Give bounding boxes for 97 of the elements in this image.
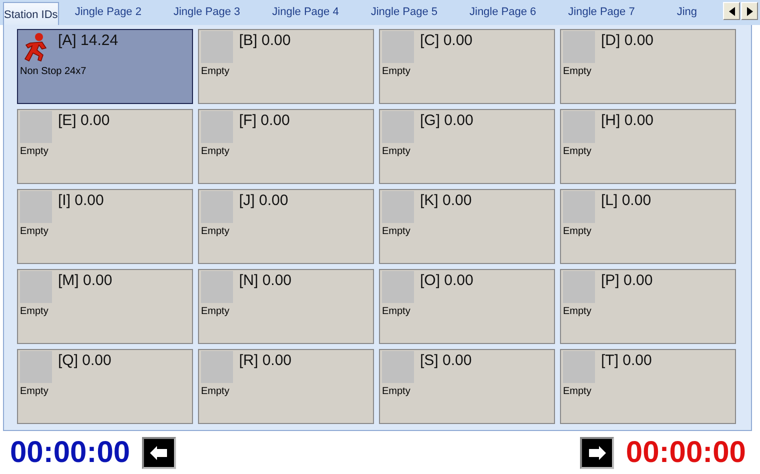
empty-thumbnail — [563, 31, 595, 63]
empty-thumbnail — [201, 111, 233, 143]
jingle-button[interactable]: [D] 0.00 Empty — [560, 29, 736, 104]
tab[interactable]: Jingle Page 3 — [157, 2, 256, 22]
empty-thumbnail — [563, 351, 595, 383]
jingle-button[interactable]: [K] 0.00 Empty — [379, 189, 555, 264]
cell-caption: Empty — [563, 146, 592, 157]
jingle-button[interactable]: [G] 0.00 Empty — [379, 109, 555, 184]
empty-thumbnail — [201, 351, 233, 383]
cell-caption: Empty — [382, 66, 412, 77]
jingle-button[interactable]: [N] 0.00 Empty — [198, 269, 374, 344]
cell-title: [J] 0.00 — [239, 191, 288, 211]
cell-title: [F] 0.00 — [239, 111, 290, 131]
tab[interactable]: Jingle Page 5 — [354, 2, 454, 22]
cell-caption: Empty — [382, 386, 412, 397]
jingle-button[interactable]: [B] 0.00 Empty — [198, 29, 374, 104]
cell-title: [E] 0.00 — [58, 111, 110, 131]
left-arrow-icon — [150, 446, 168, 460]
cell-caption: Empty — [563, 66, 592, 77]
right-arrow-icon — [746, 6, 752, 16]
jingle-button[interactable]: [C] 0.00 Empty — [379, 29, 555, 104]
cell-title: [I] 0.00 — [58, 191, 104, 211]
scroll-right-button[interactable] — [741, 2, 758, 20]
previous-button[interactable] — [142, 436, 176, 468]
jingle-button[interactable]: [E] 0.00 Empty — [17, 109, 193, 184]
cell-caption: Empty — [20, 226, 50, 237]
cell-title: [N] 0.00 — [239, 271, 292, 291]
empty-thumbnail — [20, 351, 52, 383]
empty-thumbnail — [382, 111, 414, 143]
jingle-button[interactable]: [T] 0.00 Empty — [560, 349, 736, 424]
next-button[interactable] — [580, 436, 614, 468]
cell-caption: Empty — [201, 306, 230, 317]
empty-thumbnail — [201, 271, 233, 303]
cell-title: [M] 0.00 — [58, 271, 112, 291]
empty-thumbnail — [201, 191, 233, 223]
tab[interactable]: Jingle Page 6 — [454, 2, 552, 22]
cell-title: [B] 0.00 — [239, 31, 291, 51]
cell-title: [S] 0.00 — [420, 351, 472, 371]
scroll-left-button[interactable] — [723, 2, 740, 20]
left-arrow-icon — [728, 6, 734, 16]
jingle-button[interactable]: [Q] 0.00 Empty — [17, 349, 193, 424]
empty-thumbnail — [20, 111, 52, 143]
jingle-button[interactable]: [A] 14.24 Non Stop 24x7 — [17, 29, 193, 104]
cell-caption: Empty — [563, 226, 592, 237]
empty-thumbnail — [382, 271, 414, 303]
tab[interactable]: Jingle Page 2 — [58, 2, 158, 22]
empty-thumbnail — [201, 31, 233, 63]
cell-caption: Empty — [563, 386, 592, 397]
cell-caption: Empty — [20, 386, 50, 397]
cell-title: [L] 0.00 — [601, 191, 652, 211]
cell-caption: Empty — [20, 306, 50, 317]
jingle-button[interactable]: [P] 0.00 Empty — [560, 269, 736, 344]
jingle-button[interactable]: [R] 0.00 Empty — [198, 349, 374, 424]
cell-title: [C] 0.00 — [420, 31, 473, 51]
cell-caption: Empty — [382, 306, 412, 317]
jingle-button[interactable]: [M] 0.00 Empty — [17, 269, 193, 344]
remaining-time: 00:00:00 — [626, 436, 746, 470]
empty-thumbnail — [20, 191, 52, 223]
cell-title: [D] 0.00 — [601, 31, 654, 51]
jingle-button[interactable]: [H] 0.00 Empty — [560, 109, 736, 184]
right-arrow-icon — [588, 446, 606, 460]
cell-title: [R] 0.00 — [239, 351, 292, 371]
empty-thumbnail — [563, 111, 595, 143]
cell-title: [G] 0.00 — [420, 111, 474, 131]
cell-caption: Empty — [20, 146, 50, 157]
cell-caption: Empty — [201, 146, 230, 157]
elapsed-time: 00:00:00 — [10, 436, 130, 470]
cell-title: [K] 0.00 — [420, 191, 472, 211]
empty-thumbnail — [382, 351, 414, 383]
cell-title: [O] 0.00 — [420, 271, 474, 291]
jingle-button[interactable]: [I] 0.00 Empty — [17, 189, 193, 264]
empty-thumbnail — [382, 31, 414, 63]
empty-thumbnail — [563, 191, 595, 223]
cell-title: [P] 0.00 — [601, 271, 653, 291]
cell-caption: Empty — [563, 306, 592, 317]
empty-thumbnail — [20, 271, 52, 303]
cell-title: [Q] 0.00 — [58, 351, 112, 371]
jingle-button[interactable]: [S] 0.00 Empty — [379, 349, 555, 424]
cell-caption: Empty — [382, 226, 412, 237]
tab[interactable]: Jing — [650, 2, 723, 22]
jingle-button[interactable]: [O] 0.00 Empty — [379, 269, 555, 344]
cell-title: [A] 14.24 — [58, 31, 118, 51]
tab[interactable]: Jingle Page 7 — [552, 2, 651, 22]
cell-title: [T] 0.00 — [601, 351, 652, 371]
cell-title: [H] 0.00 — [601, 111, 654, 131]
tab[interactable]: Jingle Page 4 — [256, 2, 355, 22]
jingle-button[interactable]: [J] 0.00 Empty — [198, 189, 374, 264]
cell-caption: Non Stop 24x7 — [20, 66, 88, 77]
jingle-button[interactable]: [F] 0.00 Empty — [198, 109, 374, 184]
cell-caption: Empty — [201, 386, 230, 397]
cell-caption: Empty — [201, 226, 230, 237]
cell-caption: Empty — [382, 146, 412, 157]
jingle-button[interactable]: [L] 0.00 Empty — [560, 189, 736, 264]
cell-caption: Empty — [201, 66, 230, 77]
empty-thumbnail — [563, 271, 595, 303]
tab[interactable]: Station IDs — [3, 2, 59, 26]
empty-thumbnail — [382, 191, 414, 223]
